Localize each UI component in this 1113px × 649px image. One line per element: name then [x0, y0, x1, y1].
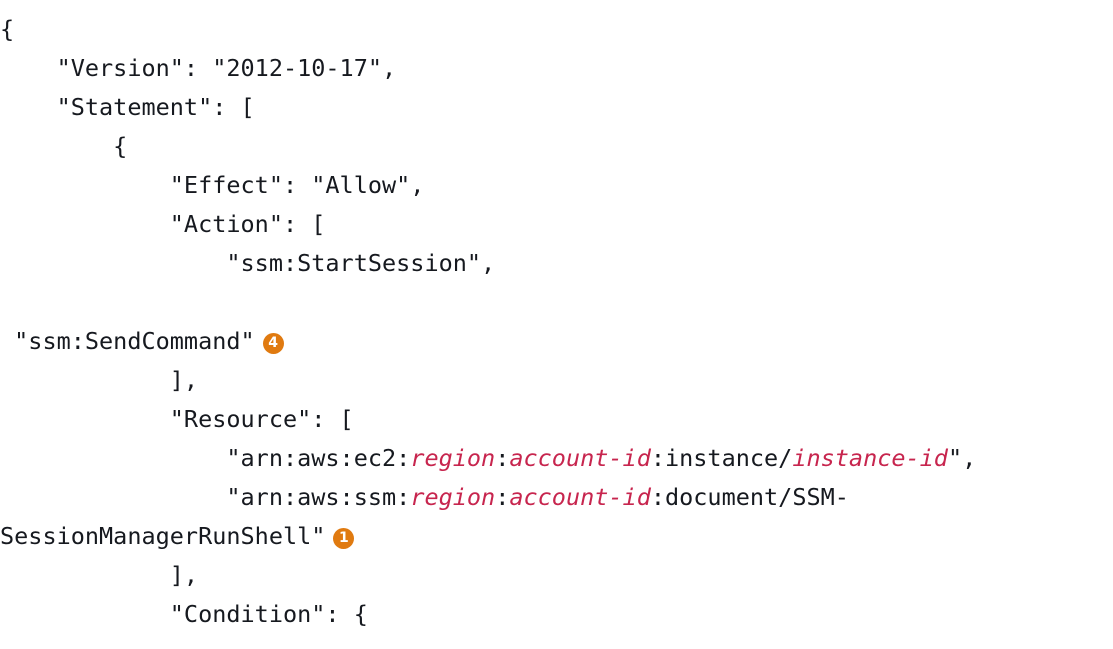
code-line-version: "Version": "2012-10-17", — [0, 54, 397, 82]
code-line-statement: "Statement": [ — [0, 93, 255, 121]
code-line-send-command: "ssm:SendCommand" 4 — [0, 326, 284, 356]
arn-ec2-account-placeholder: account-id — [509, 444, 651, 472]
code-line-action-close: ], — [0, 366, 199, 394]
code-line-effect: "Effect": "Allow", — [0, 171, 425, 199]
code-line-arn-ssm: "arn:aws:ssm:region:account-id:document/… — [0, 482, 849, 512]
code-line-start-session: "ssm:StartSession", — [0, 249, 496, 277]
send-command-text: "ssm:SendCommand" — [0, 327, 255, 355]
code-line-resource-close: ], — [0, 561, 199, 589]
arn-ssm-suffix: :document/SSM- — [650, 483, 849, 511]
code-line-condition: "Condition": { — [0, 600, 368, 628]
arn-ssm-wrap-text: SessionManagerRunShell" — [0, 522, 326, 550]
arn-ec2-region-placeholder: region — [410, 444, 496, 472]
arn-ssm-sep: : — [495, 483, 510, 511]
code-line-arn-ec2: "arn:aws:ec2:region:account-id:instance/… — [0, 443, 976, 473]
arn-ec2-mid: :instance/ — [650, 444, 793, 472]
code-line-open-brace: { — [0, 15, 15, 43]
policy-code-block: { "Version": "2012-10-17", "Statement": … — [0, 0, 1113, 649]
arn-ec2-suffix: ", — [947, 444, 977, 472]
arn-ssm-prefix: "arn:aws:ssm: — [0, 483, 411, 511]
callout-badge-run-shell: 1 — [333, 528, 355, 549]
arn-ec2-instance-placeholder: instance-id — [792, 444, 948, 472]
callout-badge-send-command: 4 — [262, 333, 284, 354]
code-line-action: "Action": [ — [0, 210, 326, 238]
arn-ec2-sep: : — [495, 444, 510, 472]
code-line-arn-ssm-wrap: SessionManagerRunShell" 1 — [0, 521, 355, 551]
arn-ec2-prefix: "arn:aws:ec2: — [0, 444, 411, 472]
code-line-inner-open-brace: { — [0, 132, 128, 160]
arn-ssm-region-placeholder: region — [410, 483, 496, 511]
code-line-resource: "Resource": [ — [0, 405, 354, 433]
arn-ssm-account-placeholder: account-id — [509, 483, 651, 511]
